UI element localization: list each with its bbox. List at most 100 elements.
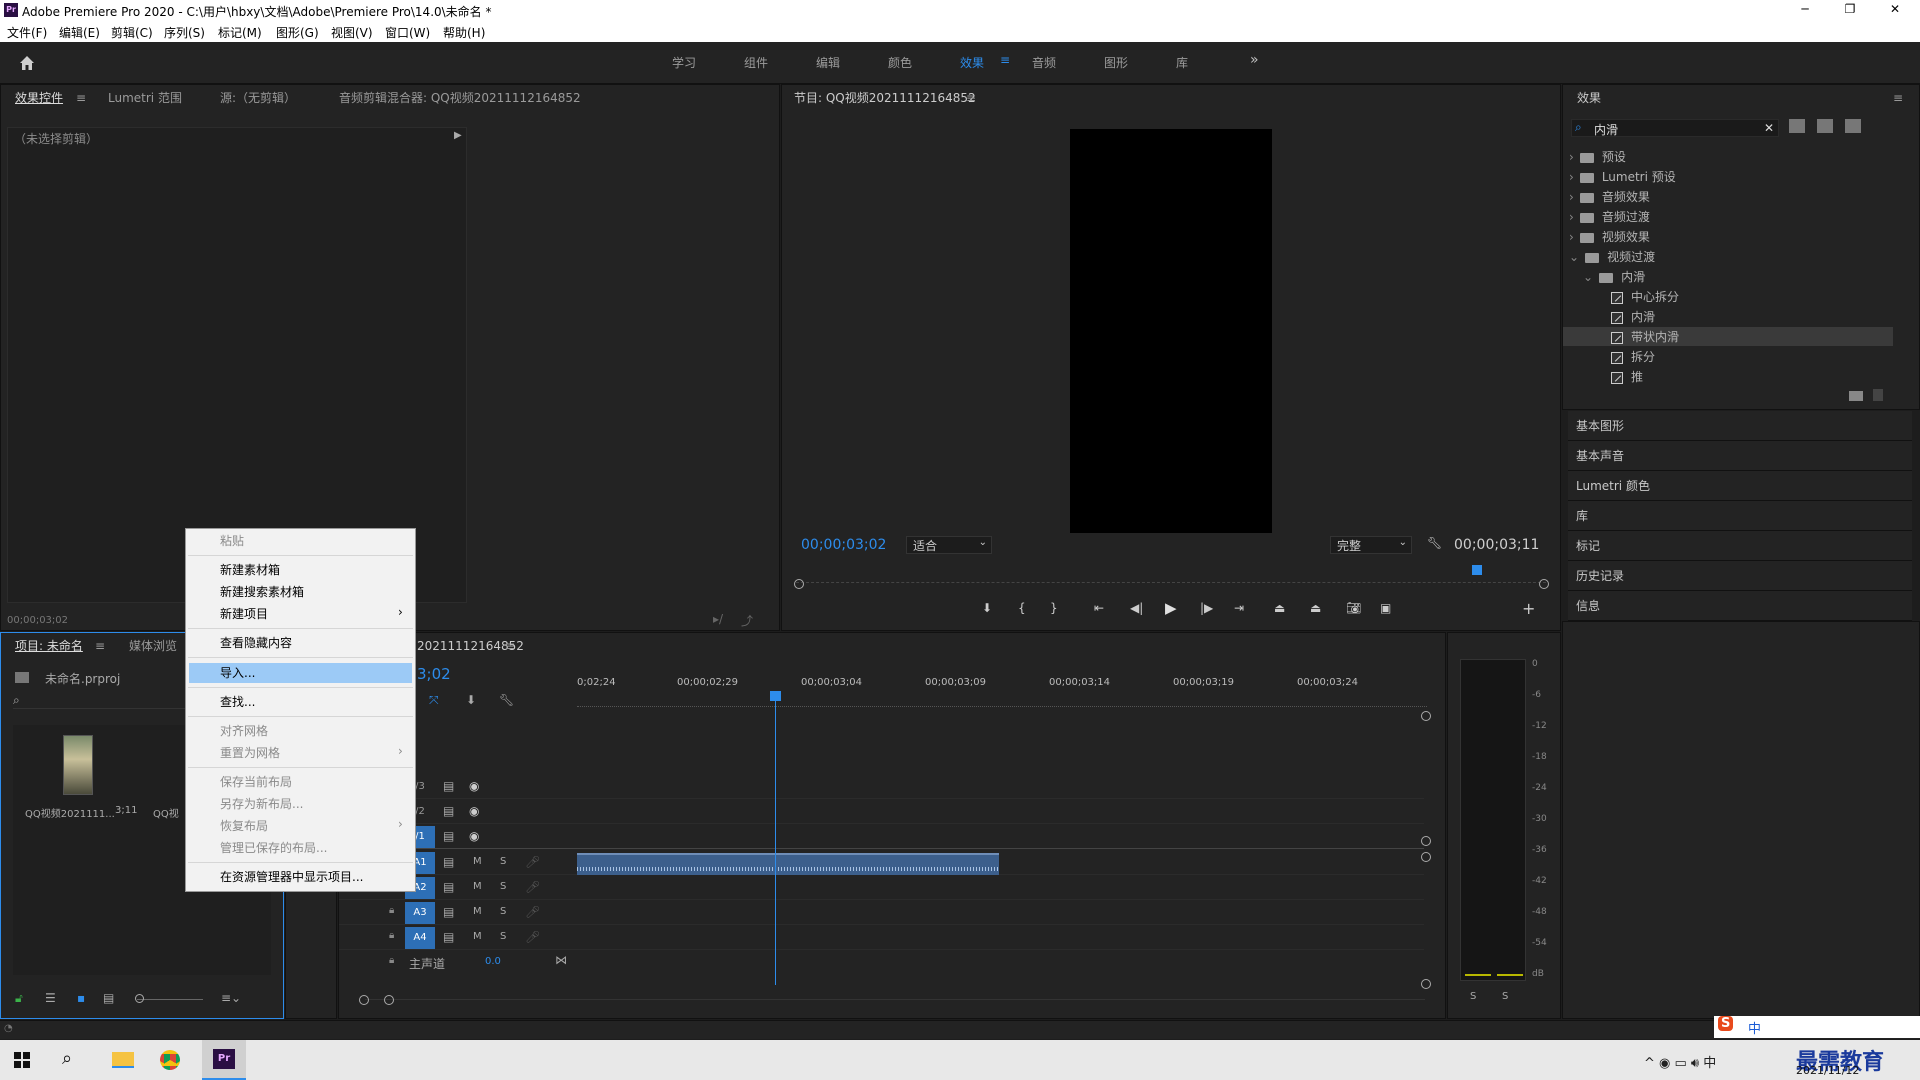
tree-item-push[interactable]: 推	[1611, 368, 1643, 386]
microphone-icon[interactable]: 🎤︎	[525, 930, 540, 944]
tray-icons[interactable]: ^ ◉ ▭ 🔊︎ 中	[1644, 1052, 1716, 1071]
zoom-slider[interactable]	[137, 999, 203, 1000]
lock-icon[interactable]: 🔒︎	[389, 905, 394, 916]
track-label[interactable]: A3	[405, 902, 435, 924]
mute-button[interactable]: M	[473, 856, 482, 867]
filter-icon[interactable]: ▸/	[713, 612, 723, 626]
workspace-audio[interactable]: 音频	[1032, 54, 1056, 71]
freeform-view-icon[interactable]: ▤	[103, 991, 114, 1005]
side-panel-libraries[interactable]: 库	[1568, 501, 1912, 531]
menu-sequence[interactable]: 序列(S)	[164, 24, 205, 41]
menu-edit[interactable]: 编辑(E)	[59, 24, 100, 41]
audio-track-1[interactable]: A1 ▤ M S 🎤︎	[339, 851, 1424, 875]
camera-icon[interactable]: 📷︎	[1346, 601, 1361, 615]
play-icon[interactable]: ▶	[1165, 599, 1177, 617]
project-menu-icon[interactable]: ≡	[95, 633, 105, 659]
side-panel-info[interactable]: 信息	[1568, 591, 1912, 621]
video-track-3[interactable]: /3 ▤ ◉	[339, 775, 1424, 799]
side-panel-lumetri-color[interactable]: Lumetri 颜色	[1568, 471, 1912, 501]
side-panel-essential-graphics[interactable]: 基本图形	[1568, 411, 1912, 441]
video-track-1[interactable]: /1 ▤ ◉	[339, 825, 1424, 849]
menu-marker[interactable]: 标记(M)	[218, 24, 262, 41]
eye-icon[interactable]: ◉	[469, 779, 479, 793]
export-icon[interactable]: ⤴	[741, 612, 753, 629]
go-to-out-icon[interactable]: ⇥	[1234, 601, 1244, 615]
menu-item-paste[interactable]: 粘贴	[220, 532, 244, 550]
master-volume[interactable]: 0.0	[485, 956, 501, 967]
track-label[interactable]: A4	[405, 927, 435, 949]
go-to-end-icon[interactable]: ⋈	[555, 953, 567, 967]
side-panel-essential-sound[interactable]: 基本声音	[1568, 441, 1912, 471]
menu-item-new-bin[interactable]: 新建素材箱	[220, 561, 280, 579]
maximize-button[interactable]: ❐	[1840, 2, 1860, 16]
master-track[interactable]: 🔒︎ 主声道 0.0 ⋈	[339, 951, 1424, 975]
workspace-libraries[interactable]: 库	[1176, 54, 1188, 71]
out-point-handle[interactable]	[1539, 579, 1549, 589]
marker-icon[interactable]: ⬇	[466, 693, 476, 707]
workspace-editing[interactable]: 编辑	[816, 54, 840, 71]
tab-effect-controls[interactable]: 效果控件	[15, 85, 63, 111]
menu-item-new-search-bin[interactable]: 新建搜索素材箱	[220, 583, 304, 601]
accelerated-effects-icon[interactable]	[1789, 119, 1805, 133]
menu-item-manage-layouts[interactable]: 管理已保存的布局...	[220, 839, 327, 857]
eye-icon[interactable]: ◉	[469, 829, 479, 843]
solo-button[interactable]: S	[500, 931, 506, 942]
workspace-assembly[interactable]: 组件	[744, 54, 768, 71]
menu-window[interactable]: 窗口(W)	[385, 24, 430, 41]
solo-button[interactable]: S	[500, 906, 506, 917]
microphone-icon[interactable]: 🎤︎	[525, 855, 540, 869]
toggle-sync-lock-icon[interactable]: ▤	[443, 779, 454, 793]
more-workspaces-icon[interactable]: »	[1250, 52, 1259, 68]
program-timecode[interactable]: 00;00;03;02	[801, 537, 886, 553]
toggle-sync-lock-icon[interactable]: ▤	[443, 829, 454, 843]
tree-item-video-effects[interactable]: › 视频效果	[1569, 228, 1650, 246]
timeline-playhead[interactable]	[775, 695, 776, 985]
menu-help[interactable]: 帮助(H)	[443, 24, 485, 41]
timeline-scrollbar[interactable]	[365, 999, 1425, 1009]
scroll-handle-left[interactable]	[359, 995, 369, 1005]
menu-item-view-hidden[interactable]: 查看隐藏内容	[220, 634, 292, 652]
lift-icon[interactable]: ⏏	[1274, 601, 1285, 615]
add-marker-icon[interactable]: ⬇	[982, 601, 992, 615]
menu-item-new-item[interactable]: 新建项目	[220, 605, 268, 623]
32bit-effects-icon[interactable]	[1817, 119, 1833, 133]
clear-search-icon[interactable]: ✕	[1764, 121, 1774, 135]
menu-item-save-new-layout[interactable]: 另存为新布局...	[220, 795, 303, 813]
timeline-menu-icon[interactable]: ≡	[505, 633, 515, 659]
search-icon[interactable]: ⌕	[62, 1048, 72, 1069]
in-point-handle[interactable]	[794, 579, 804, 589]
timeline-playhead-handle[interactable]	[770, 691, 781, 701]
mute-button[interactable]: M	[473, 931, 482, 942]
audio-clip[interactable]	[577, 853, 999, 875]
playhead-marker[interactable]	[1472, 565, 1482, 575]
workspace-menu-icon[interactable]: ≡	[1000, 53, 1010, 67]
extract-icon[interactable]: ⏏	[1310, 601, 1321, 615]
timeline-timecode[interactable]: 3;02	[417, 665, 451, 683]
tree-item-audio-transitions[interactable]: › 音频过渡	[1569, 208, 1650, 226]
mark-out-icon[interactable]: }	[1050, 601, 1058, 615]
timeline-ruler[interactable]: 0;02;24 00;00;02;29 00;00;03;04 00;00;03…	[577, 673, 1427, 707]
menu-graphics[interactable]: 图形(G)	[276, 24, 319, 41]
trash-icon[interactable]	[1873, 389, 1883, 401]
microphone-icon[interactable]: 🎤︎	[525, 880, 540, 894]
windows-start-icon[interactable]	[14, 1052, 30, 1068]
step-back-icon[interactable]: ◀|	[1130, 601, 1143, 615]
menu-item-reset-grid[interactable]: 重置为网格	[220, 744, 280, 762]
expand-arrow-icon[interactable]: ▶	[454, 130, 462, 141]
toggle-sync-lock-icon[interactable]: ▤	[443, 855, 454, 869]
eye-icon[interactable]: ◉	[469, 804, 479, 818]
menu-item-find[interactable]: 查找...	[220, 693, 255, 711]
audio-track-2[interactable]: A2 ▤ M S 🎤︎	[339, 876, 1424, 900]
wrench-icon[interactable]: 🔧︎	[1427, 536, 1442, 550]
menu-item-import[interactable]: 导入...	[220, 664, 255, 682]
lock-icon[interactable]: 🔓︎	[15, 991, 23, 1006]
quality-dropdown[interactable]: 完整 ⌄	[1330, 536, 1412, 554]
menu-clip[interactable]: 剪辑(C)	[111, 24, 153, 41]
menu-item-save-layout[interactable]: 保存当前布局	[220, 773, 292, 791]
close-button[interactable]: ✕	[1885, 2, 1905, 16]
minimize-button[interactable]: ─	[1795, 2, 1815, 16]
mute-button[interactable]: M	[473, 906, 482, 917]
menu-item-reveal-explorer[interactable]: 在资源管理器中显示项目...	[220, 868, 363, 886]
side-panel-history[interactable]: 历史记录	[1568, 561, 1912, 591]
plus-icon[interactable]: +	[1522, 599, 1535, 618]
